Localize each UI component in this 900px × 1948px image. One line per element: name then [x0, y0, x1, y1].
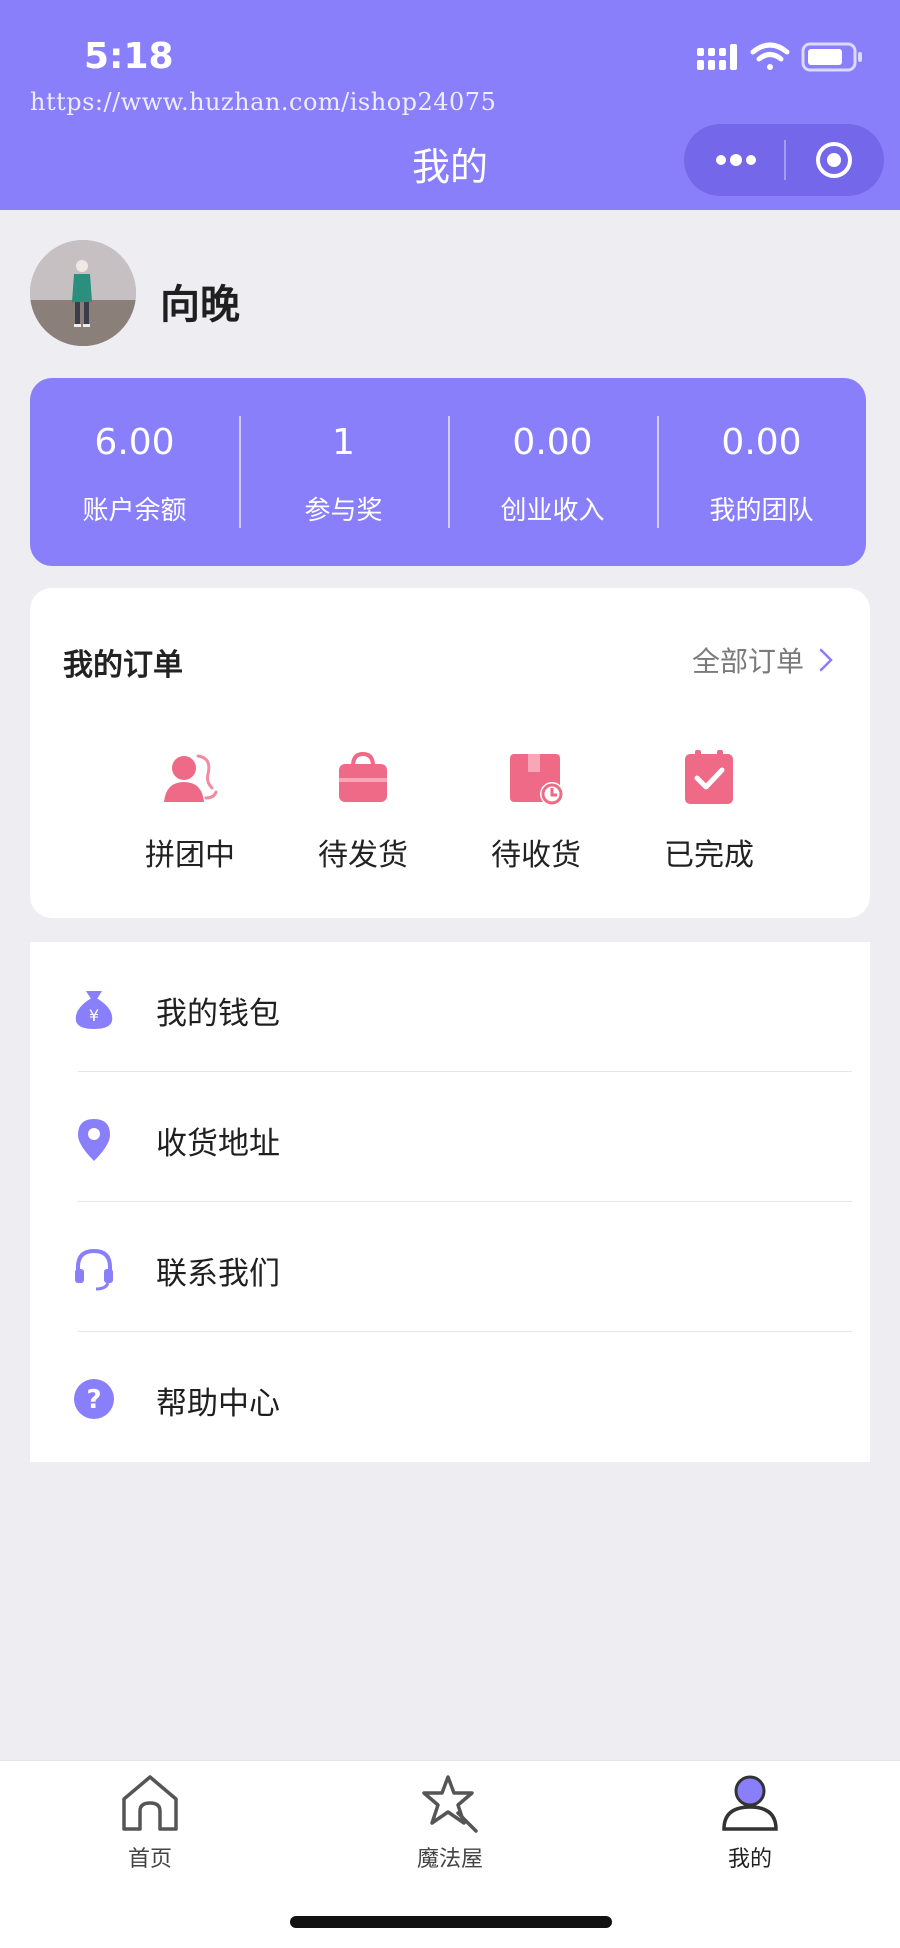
menu-item-help[interactable]: ? 帮助中心	[30, 1332, 870, 1462]
close-target-icon[interactable]	[814, 140, 854, 180]
battery-icon	[801, 42, 862, 72]
order-status-grouping[interactable]: 拼团中	[125, 748, 255, 874]
capsule-divider	[784, 140, 786, 180]
stat-label: 参与奖	[304, 496, 383, 526]
stat-value: 0.00	[721, 422, 802, 463]
stat-value: 6.00	[94, 422, 175, 463]
order-status-label: 待收货	[491, 838, 581, 873]
stat-label: 账户余额	[82, 496, 187, 526]
location-pin-icon	[78, 1119, 110, 1161]
menu-label: 帮助中心	[156, 1386, 280, 1422]
stat-label: 创业收入	[500, 496, 605, 526]
stat-balance[interactable]: 6.00 账户余额	[30, 378, 239, 566]
order-status-label: 待发货	[318, 838, 408, 873]
stats-card: 6.00 账户余额 1 参与奖 0.00 创业收入 0.00 我的团队	[30, 378, 866, 566]
help-icon: ?	[74, 1379, 114, 1419]
signal-icon	[697, 44, 737, 70]
mini-program-capsule	[684, 124, 884, 196]
home-icon	[122, 1775, 178, 1831]
order-status-to-ship[interactable]: 待发货	[298, 748, 428, 874]
menu-label: 收货地址	[156, 1126, 280, 1162]
stat-value: 1	[332, 422, 355, 463]
tab-home[interactable]: 首页	[80, 1771, 220, 1873]
tab-label: 首页	[127, 1847, 172, 1872]
top-bar: 5:18 https://www.huzhan.com/ishop24075 我…	[0, 0, 900, 210]
tab-label: 魔法屋	[416, 1847, 483, 1872]
all-orders-link[interactable]: 全部订单	[692, 640, 834, 680]
menu-item-contact[interactable]: 联系我们	[30, 1202, 870, 1332]
money-bag-icon: ¥	[75, 991, 113, 1029]
orders-card: 我的订单 全部订单 拼团中 待发货 待收货 已完成	[30, 588, 870, 918]
menu-label: 联系我们	[156, 1256, 280, 1292]
stat-label: 我的团队	[709, 496, 814, 526]
svg-text:?: ?	[86, 1385, 101, 1415]
tab-label: 我的	[727, 1847, 772, 1872]
wifi-icon	[750, 42, 790, 70]
menu-item-wallet[interactable]: ¥ 我的钱包	[30, 942, 870, 1072]
tab-mine[interactable]: 我的	[680, 1771, 820, 1873]
stat-my-team[interactable]: 0.00 我的团队	[657, 378, 866, 566]
more-icon[interactable]	[714, 144, 758, 176]
menu-item-address[interactable]: 收货地址	[30, 1072, 870, 1202]
order-status-to-receive[interactable]: 待收货	[471, 748, 601, 874]
all-orders-label: 全部订单	[691, 645, 804, 678]
stat-business-income[interactable]: 0.00 创业收入	[448, 378, 657, 566]
order-status-completed[interactable]: 已完成	[644, 748, 774, 874]
clipboard-check-icon	[685, 750, 733, 804]
user-name: 向晚	[160, 282, 240, 328]
menu-label: 我的钱包	[156, 996, 280, 1032]
status-time: 5:18	[84, 36, 174, 77]
shopping-bag-icon	[339, 751, 387, 802]
orders-title: 我的订单	[63, 648, 183, 683]
watermark-text: https://www.huzhan.com/ishop24075	[30, 88, 497, 116]
status-icons	[697, 42, 862, 72]
package-clock-icon	[510, 754, 564, 806]
tab-magic-house[interactable]: 魔法屋	[380, 1771, 520, 1873]
headset-icon	[75, 1248, 113, 1291]
stat-participation-prize[interactable]: 1 参与奖	[239, 378, 448, 566]
menu-list: ¥ 我的钱包 收货地址 联系我们 ? 帮助中心	[30, 942, 870, 1462]
order-status-label: 拼团中	[145, 838, 235, 873]
home-indicator	[290, 1916, 612, 1928]
user-icon	[722, 1775, 778, 1831]
magic-star-icon	[422, 1775, 478, 1833]
group-buying-icon	[164, 754, 218, 802]
stat-value: 0.00	[512, 422, 593, 463]
avatar[interactable]	[30, 240, 136, 346]
svg-text:¥: ¥	[89, 1006, 99, 1025]
chevron-right-icon	[819, 648, 833, 672]
avatar-photo	[30, 240, 136, 346]
order-status-label: 已完成	[664, 838, 754, 873]
